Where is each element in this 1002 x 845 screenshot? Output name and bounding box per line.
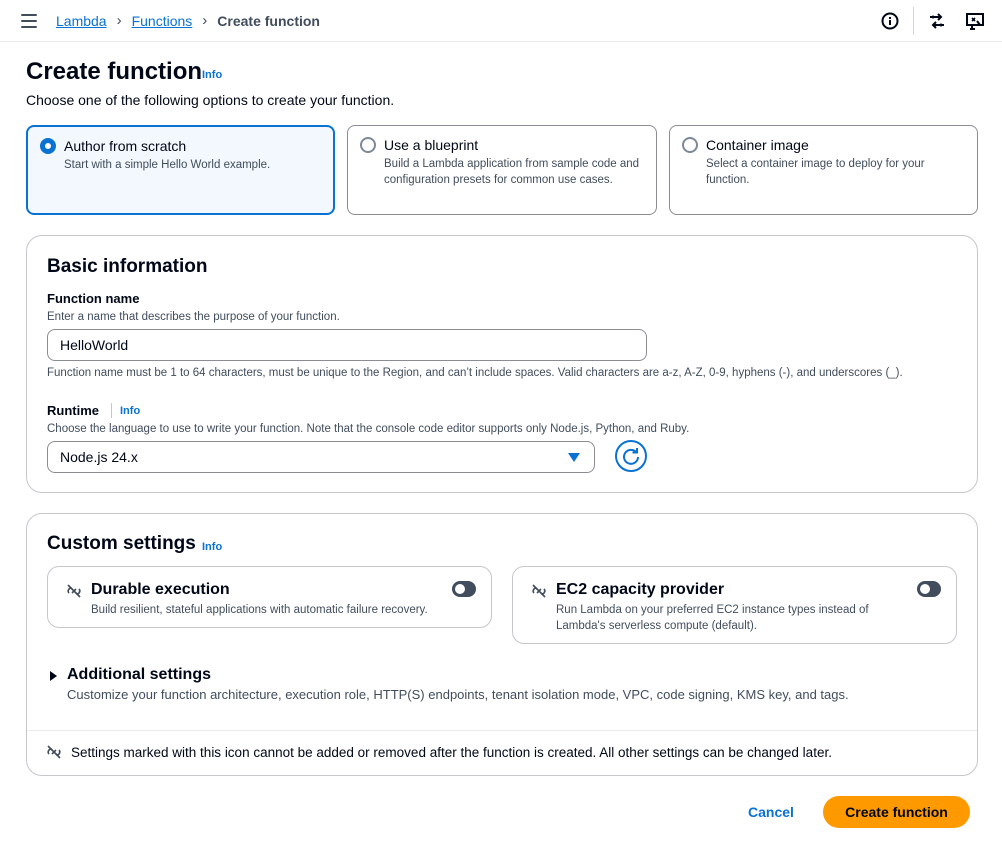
header-divider (913, 7, 914, 35)
option-description: Build a Lambda application from sample c… (384, 158, 640, 186)
radio-container-image[interactable] (682, 137, 698, 153)
function-name-label: Function name (47, 291, 140, 306)
page-title: Create function (26, 58, 203, 85)
durable-execution-setting: Durable execution Build resilient, state… (47, 566, 492, 628)
label-divider (111, 403, 112, 418)
ec2-capacity-provider-title: EC2 capacity provider (556, 581, 725, 598)
runtime-select[interactable]: Node.js 24.x (47, 441, 595, 473)
option-use-blueprint[interactable]: Use a blueprint Build a Lambda applicati… (347, 125, 657, 215)
runtime-description: Choose the language to use to write your… (47, 423, 690, 435)
toggle-knob (455, 584, 465, 594)
info-icon[interactable] (880, 11, 900, 31)
ec2-capacity-provider-setting: EC2 capacity provider Run Lambda on your… (512, 566, 957, 644)
immutable-setting-icon (531, 583, 547, 599)
refresh-runtime-button[interactable] (615, 440, 647, 472)
feedback-icon[interactable] (965, 11, 985, 31)
runtime-label: Runtime (47, 403, 99, 418)
durable-execution-title: Durable execution (91, 581, 230, 598)
breadcrumb-separator-icon: › (202, 12, 208, 29)
radio-use-blueprint[interactable] (360, 137, 376, 153)
menu-icon[interactable] (21, 14, 37, 28)
custom-settings-title: Custom settings (47, 533, 196, 554)
function-name-constraint: Function name must be 1 to 64 characters… (47, 367, 903, 379)
custom-settings-panel: Custom settings Info Durable execution B… (26, 513, 978, 776)
breadcrumb: Lambda › Functions › Create function (56, 12, 320, 29)
option-description: Select a container image to deploy for y… (706, 158, 925, 186)
caret-right-icon (50, 671, 57, 681)
breadcrumb-functions[interactable]: Functions (132, 13, 193, 29)
immutable-setting-icon (66, 583, 82, 599)
runtime-selected-value: Node.js 24.x (60, 449, 138, 465)
function-name-description: Enter a name that describes the purpose … (47, 311, 340, 323)
immutable-setting-icon (46, 744, 62, 760)
settings-sync-icon[interactable] (927, 11, 947, 31)
panel-divider (27, 730, 977, 731)
option-label: Use a blueprint (384, 137, 479, 153)
function-name-input[interactable] (47, 329, 647, 361)
durable-execution-toggle[interactable] (452, 581, 476, 597)
runtime-info-link[interactable]: Info (120, 405, 140, 417)
cancel-button[interactable]: Cancel (736, 796, 806, 828)
additional-settings-description: Customize your function architecture, ex… (67, 687, 849, 702)
caret-down-icon (568, 453, 580, 462)
top-navigation: Lambda › Functions › Create function (0, 0, 1002, 42)
refresh-icon (623, 448, 639, 465)
option-label: Container image (706, 137, 809, 153)
radio-author-from-scratch[interactable] (40, 138, 56, 154)
page-description: Choose one of the following options to c… (26, 92, 395, 108)
custom-settings-info-link[interactable]: Info (202, 541, 222, 553)
basic-information-panel: Basic information Function name Enter a … (26, 235, 978, 493)
breadcrumb-current: Create function (217, 12, 320, 29)
page-info-link[interactable]: Info (202, 69, 222, 81)
ec2-capacity-provider-description: Run Lambda on your preferred EC2 instanc… (556, 604, 869, 632)
durable-execution-description: Build resilient, stateful applications w… (91, 604, 428, 616)
breadcrumb-lambda[interactable]: Lambda (56, 13, 107, 29)
create-function-button[interactable]: Create function (823, 796, 970, 828)
option-author-from-scratch[interactable]: Author from scratch Start with a simple … (26, 125, 335, 215)
option-container-image[interactable]: Container image Select a container image… (669, 125, 978, 215)
additional-settings-title: Additional settings (67, 666, 211, 683)
immutable-settings-note: Settings marked with this icon cannot be… (71, 745, 832, 760)
breadcrumb-separator-icon: › (116, 12, 122, 29)
ec2-capacity-provider-toggle[interactable] (917, 581, 941, 597)
basic-information-title: Basic information (47, 256, 208, 277)
option-description: Start with a simple Hello World example. (64, 159, 271, 171)
option-label: Author from scratch (64, 138, 187, 154)
toggle-knob (920, 584, 930, 594)
